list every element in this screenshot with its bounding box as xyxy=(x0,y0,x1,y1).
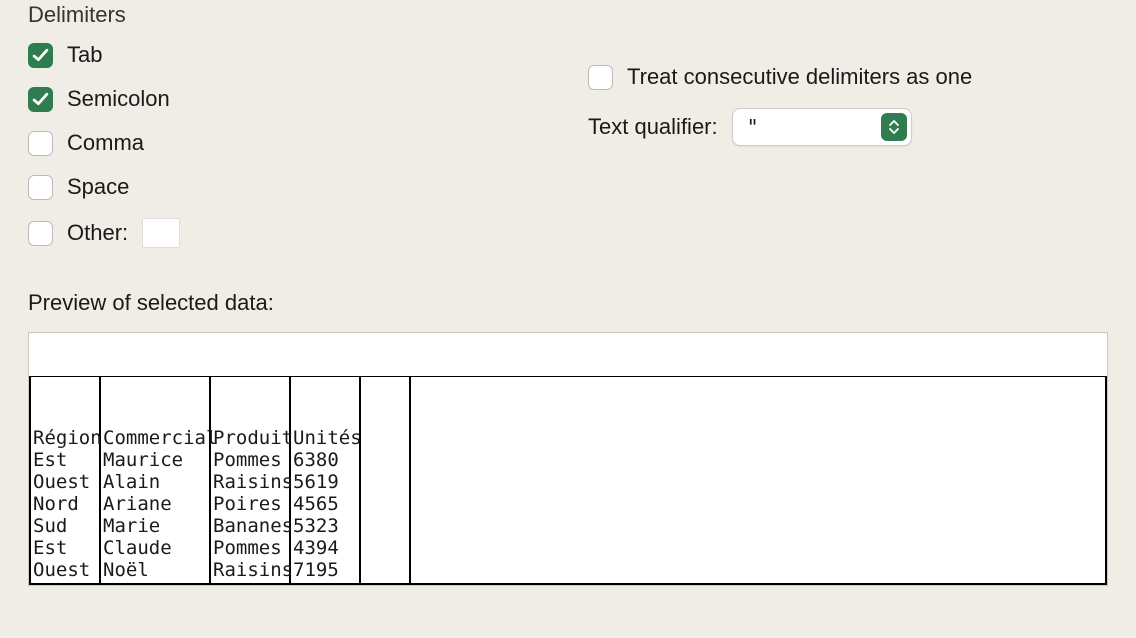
select-stepper-icon xyxy=(881,113,907,141)
preview-col-1: Commercial Maurice Alain Ariane Marie Cl… xyxy=(101,377,209,583)
preview-frame: Région Est Ouest Nord Sud Est Ouest Comm… xyxy=(28,332,1108,586)
preview-col-rest xyxy=(411,377,1105,451)
preview-table: Région Est Ouest Nord Sud Est Ouest Comm… xyxy=(29,377,1107,585)
checkbox-other[interactable] xyxy=(28,221,53,246)
preview-col-3: Unités 6380 5619 4565 5323 4394 7195 xyxy=(291,377,359,583)
preview-col-empty xyxy=(361,377,409,451)
checkbox-consecutive[interactable] xyxy=(588,65,613,90)
checkbox-consecutive-label[interactable]: Treat consecutive delimiters as one xyxy=(627,64,972,90)
preview-col-2: Produit Pommes Raisins Poires Bananes Po… xyxy=(211,377,289,583)
check-icon xyxy=(32,91,49,108)
checkbox-tab-label[interactable]: Tab xyxy=(67,42,102,68)
preview-col-0: Région Est Ouest Nord Sud Est Ouest xyxy=(31,377,99,583)
checkbox-space[interactable] xyxy=(28,175,53,200)
check-icon xyxy=(32,47,49,64)
checkbox-tab[interactable] xyxy=(28,43,53,68)
checkbox-other-label[interactable]: Other: xyxy=(67,220,128,246)
checkbox-semicolon-label[interactable]: Semicolon xyxy=(67,86,170,112)
text-qualifier-value: " xyxy=(747,115,759,139)
delimiters-title: Delimiters xyxy=(28,2,1108,28)
text-qualifier-select[interactable]: " xyxy=(732,108,912,146)
checkbox-comma-label[interactable]: Comma xyxy=(67,130,144,156)
checkbox-comma[interactable] xyxy=(28,131,53,156)
delimiters-list: Tab Semicolon Comma Space xyxy=(28,42,548,266)
table-row: Région Est Ouest Nord Sud Est Ouest Comm… xyxy=(30,377,1106,584)
preview-header-spacer xyxy=(29,333,1107,377)
text-qualifier-label: Text qualifier: xyxy=(588,114,718,140)
checkbox-space-label[interactable]: Space xyxy=(67,174,129,200)
preview-title: Preview of selected data: xyxy=(28,290,1108,316)
other-delimiter-input[interactable] xyxy=(142,218,180,248)
checkbox-semicolon[interactable] xyxy=(28,87,53,112)
